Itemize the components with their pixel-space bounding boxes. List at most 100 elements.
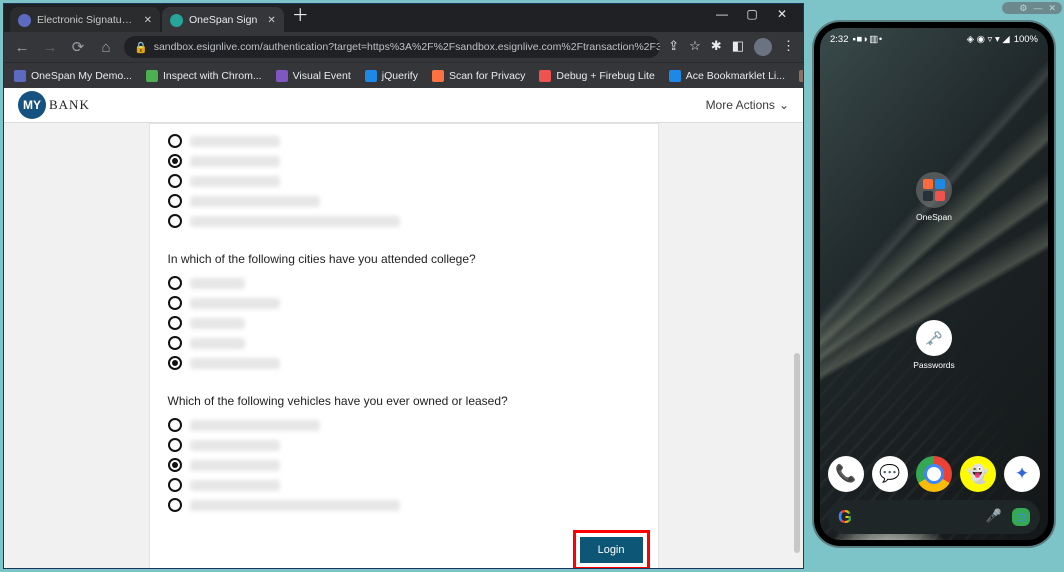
tab-esign[interactable]: Electronic Signature, Cloud Auth ✕ bbox=[10, 7, 160, 32]
forward-button[interactable]: → bbox=[40, 39, 60, 56]
minimize-icon[interactable]: — bbox=[1033, 3, 1042, 14]
bookmark-label: Scan for Privacy bbox=[449, 70, 525, 82]
profile-avatar[interactable] bbox=[754, 38, 772, 56]
bookmark-item[interactable]: jQuerify bbox=[365, 70, 418, 82]
phone-app[interactable]: 📞 bbox=[828, 456, 864, 492]
url-input[interactable]: 🔒 sandbox.esignlive.com/authentication?t… bbox=[124, 36, 660, 58]
puzzle-icon[interactable]: ◧ bbox=[732, 38, 744, 56]
snapchat-app[interactable] bbox=[960, 456, 996, 492]
radio-icon bbox=[168, 194, 182, 208]
login-highlight: Login bbox=[573, 530, 650, 568]
tab-favicon bbox=[170, 14, 183, 27]
extensions-icon[interactable]: ✱ bbox=[711, 38, 722, 56]
notif-icons: ▪ ■ ◗ ▥ • bbox=[853, 34, 882, 45]
close-icon[interactable]: ✕ bbox=[267, 15, 275, 26]
star-icon[interactable]: ☆ bbox=[689, 38, 701, 56]
radio-option[interactable] bbox=[168, 154, 640, 168]
bookmark-label: jQuerify bbox=[382, 70, 418, 82]
app-icon bbox=[923, 191, 933, 201]
bookmark-item[interactable]: Time Converter - C... bbox=[799, 70, 804, 82]
chrome-app[interactable] bbox=[916, 456, 952, 492]
radio-icon bbox=[168, 214, 182, 228]
window-maximize[interactable]: ▢ bbox=[737, 4, 767, 24]
radio-icon bbox=[168, 154, 182, 168]
phone-home-screen[interactable]: 2:32 ▪ ■ ◗ ▥ • ◈ ◉ ▿ ▾ ◢ 100% OneSpan 🗝️… bbox=[820, 28, 1048, 540]
home-button[interactable]: ⌂ bbox=[96, 39, 116, 56]
recorder-controls: ⚙ — ✕ bbox=[1002, 2, 1062, 14]
radio-option[interactable] bbox=[168, 458, 640, 472]
menu-icon[interactable]: ⋮ bbox=[782, 38, 795, 56]
login-button[interactable]: Login bbox=[580, 537, 643, 563]
blurred-option-text bbox=[190, 460, 280, 471]
messages-app[interactable]: 💬 bbox=[872, 456, 908, 492]
blurred-option-text bbox=[190, 298, 280, 309]
document-viewport[interactable]: In which of the following cities have yo… bbox=[4, 123, 803, 568]
close-icon[interactable]: ✕ bbox=[1048, 3, 1056, 14]
more-apps[interactable]: ✦ bbox=[1004, 456, 1040, 492]
radio-option[interactable] bbox=[168, 134, 640, 148]
bookmark-item[interactable]: Visual Event bbox=[276, 70, 351, 82]
blurred-option-text bbox=[190, 278, 245, 289]
scrollbar-thumb[interactable] bbox=[794, 353, 800, 553]
google-search-bar[interactable]: G 🎤 ⊡ bbox=[828, 500, 1040, 534]
more-actions-label: More Actions bbox=[706, 98, 775, 112]
bookmark-item[interactable]: OneSpan My Demo... bbox=[14, 70, 132, 82]
radio-option[interactable] bbox=[168, 478, 640, 492]
page-header: MY BANK More Actions ⌄ bbox=[4, 88, 803, 122]
tab-onespan[interactable]: OneSpan Sign ✕ bbox=[162, 7, 284, 32]
blurred-option-text bbox=[190, 420, 320, 431]
new-tab-button[interactable]: ＋ bbox=[292, 3, 309, 26]
app-passwords[interactable]: 🗝️ bbox=[916, 320, 952, 356]
blurred-option-text bbox=[190, 136, 280, 147]
reload-button[interactable]: ⟳ bbox=[68, 38, 88, 56]
radio-option[interactable] bbox=[168, 336, 640, 350]
radio-option[interactable] bbox=[168, 356, 640, 370]
lock-icon: 🔒 bbox=[134, 41, 148, 54]
chevron-down-icon: ⌄ bbox=[779, 98, 789, 112]
question-text: Which of the following vehicles have you… bbox=[168, 394, 640, 408]
bookmark-favicon bbox=[669, 70, 681, 82]
folder-label: OneSpan bbox=[916, 212, 952, 222]
bookmark-bar: OneSpan My Demo... Inspect with Chrom...… bbox=[4, 62, 803, 88]
radio-option[interactable] bbox=[168, 438, 640, 452]
blurred-option-text bbox=[190, 196, 320, 207]
clock: 2:32 bbox=[830, 34, 849, 45]
radio-option[interactable] bbox=[168, 418, 640, 432]
lens-icon[interactable]: ⊡ bbox=[1012, 508, 1030, 526]
gear-icon[interactable]: ⚙ bbox=[1019, 3, 1027, 14]
radio-option[interactable] bbox=[168, 214, 640, 228]
radio-option[interactable] bbox=[168, 296, 640, 310]
close-icon[interactable]: ✕ bbox=[144, 15, 152, 26]
bookmark-item[interactable]: Scan for Privacy bbox=[432, 70, 525, 82]
tab-favicon bbox=[18, 14, 31, 27]
bookmark-label: OneSpan My Demo... bbox=[31, 70, 132, 82]
mic-icon[interactable]: 🎤 bbox=[986, 508, 1002, 526]
window-controls: — ▢ ✕ bbox=[707, 4, 797, 24]
more-actions-button[interactable]: More Actions ⌄ bbox=[706, 98, 789, 112]
app-folder-onespan[interactable] bbox=[916, 172, 952, 208]
google-logo-icon: G bbox=[838, 507, 852, 528]
back-button[interactable]: ← bbox=[12, 39, 32, 56]
radio-icon bbox=[168, 336, 182, 350]
bookmark-item[interactable]: Debug + Firebug Lite bbox=[539, 70, 654, 82]
radio-option[interactable] bbox=[168, 276, 640, 290]
share-icon[interactable]: ⇪ bbox=[668, 38, 679, 56]
radio-option[interactable] bbox=[168, 498, 640, 512]
radio-option[interactable] bbox=[168, 316, 640, 330]
bookmark-item[interactable]: Inspect with Chrom... bbox=[146, 70, 262, 82]
radio-option[interactable] bbox=[168, 194, 640, 208]
window-minimize[interactable]: — bbox=[707, 4, 737, 24]
wifi-icon: ◈ ◉ ▿ ▾ ◢ bbox=[967, 34, 1010, 45]
logo-bank: BANK bbox=[49, 97, 90, 113]
url-text: sandbox.esignlive.com/authentication?tar… bbox=[154, 41, 661, 53]
window-close[interactable]: ✕ bbox=[767, 4, 797, 24]
address-bar: ← → ⟳ ⌂ 🔒 sandbox.esignlive.com/authenti… bbox=[4, 32, 803, 62]
status-bar: 2:32 ▪ ■ ◗ ▥ • ◈ ◉ ▿ ▾ ◢ 100% bbox=[820, 28, 1048, 50]
radio-option[interactable] bbox=[168, 174, 640, 188]
bookmark-item[interactable]: Ace Bookmarklet Li... bbox=[669, 70, 785, 82]
radio-icon bbox=[168, 296, 182, 310]
question-text: In which of the following cities have yo… bbox=[168, 252, 640, 266]
bookmark-favicon bbox=[432, 70, 444, 82]
app-icon bbox=[923, 179, 933, 189]
tab-title: Electronic Signature, Cloud Auth bbox=[37, 14, 134, 26]
